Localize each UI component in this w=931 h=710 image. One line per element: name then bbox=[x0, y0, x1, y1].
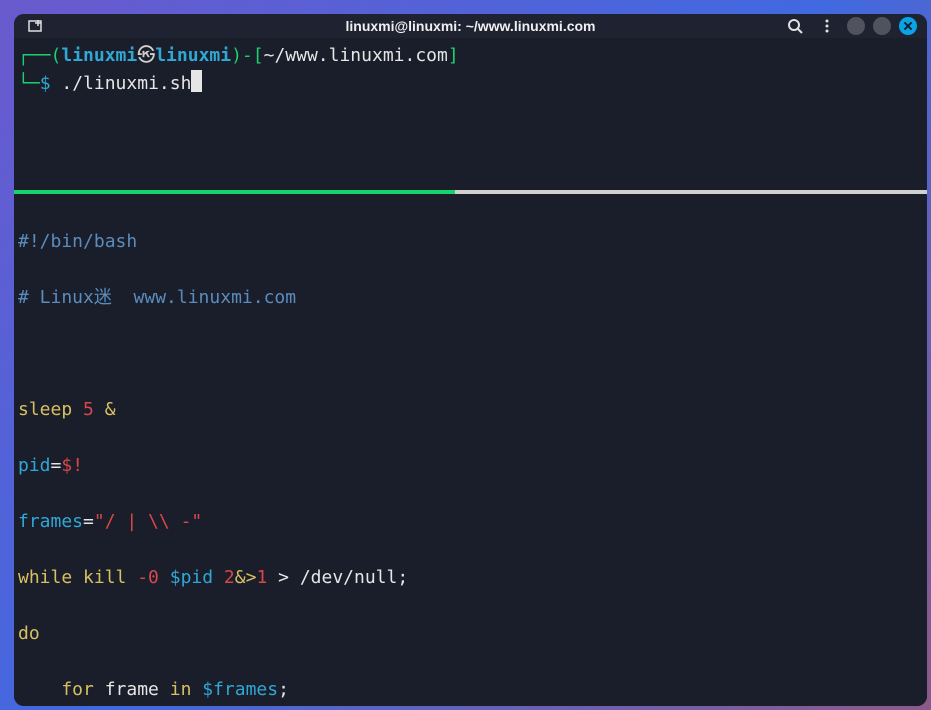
prompt-line-2: └─$ ./linuxmi.sh bbox=[18, 70, 923, 98]
shell-pane[interactable]: ┌──(linuxmi㉿linuxmi)-[~/www.linuxmi.com]… bbox=[14, 38, 927, 190]
menu-icon[interactable] bbox=[815, 14, 839, 38]
cursor bbox=[191, 70, 202, 92]
search-icon[interactable] bbox=[783, 14, 807, 38]
typed-command: ./linuxmi.sh bbox=[61, 73, 191, 94]
code-line: frames="/ | \\ -" bbox=[18, 508, 923, 536]
maximize-button[interactable] bbox=[873, 17, 891, 35]
code-line: while kill -0 $pid 2&>1 > /dev/null; bbox=[18, 564, 923, 592]
code-line: do bbox=[18, 620, 923, 648]
code-line: sleep 5 & bbox=[18, 396, 923, 424]
window-title: linuxmi@linuxmi: ~/www.linuxmi.com bbox=[345, 18, 595, 34]
window-controls bbox=[783, 14, 917, 38]
terminal-body[interactable]: ┌──(linuxmi㉿linuxmi)-[~/www.linuxmi.com]… bbox=[14, 38, 927, 706]
code-line: #!/bin/bash bbox=[18, 228, 923, 256]
editor-pane[interactable]: #!/bin/bash # Linux迷 www.linuxmi.com sle… bbox=[14, 194, 927, 706]
minimize-button[interactable] bbox=[847, 17, 865, 35]
close-button[interactable] bbox=[899, 17, 917, 35]
new-tab-icon[interactable] bbox=[24, 14, 48, 38]
code-line: pid=$! bbox=[18, 452, 923, 480]
terminal-window: linuxmi@linuxmi: ~/www.linuxmi.com ┌──(l… bbox=[14, 14, 927, 706]
prompt-line-1: ┌──(linuxmi㉿linuxmi)-[~/www.linuxmi.com] bbox=[18, 42, 923, 70]
titlebar: linuxmi@linuxmi: ~/www.linuxmi.com bbox=[14, 14, 927, 38]
code-line: # Linux迷 www.linuxmi.com bbox=[18, 284, 923, 312]
code-line: for frame in $frames; bbox=[18, 676, 923, 704]
